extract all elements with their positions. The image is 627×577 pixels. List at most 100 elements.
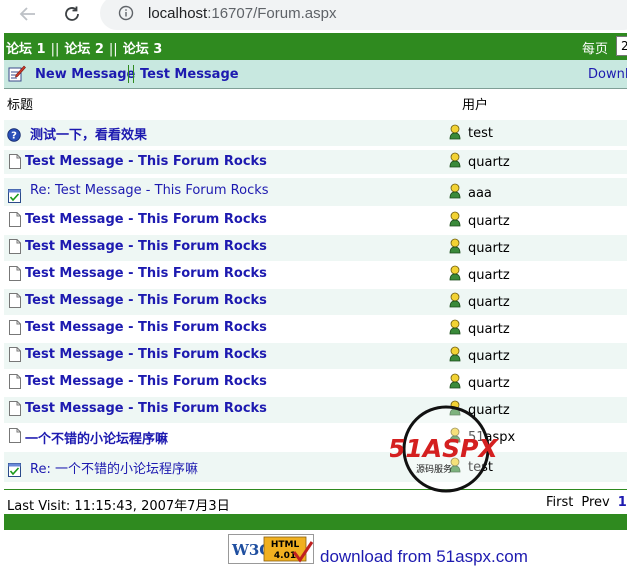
thread-user: quartz xyxy=(468,349,510,364)
user-icon xyxy=(449,265,461,281)
user-icon xyxy=(449,292,461,308)
browser-toolbar: localhost:16707/Forum.aspx xyxy=(0,0,627,30)
pencil-note-icon[interactable] xyxy=(8,64,26,82)
test-message-link[interactable]: Test Message xyxy=(140,67,239,82)
reload-icon xyxy=(65,6,79,21)
download-credit[interactable]: download from 51aspx.com xyxy=(320,547,528,567)
thread-row[interactable]: Re: 一个不错的小论坛程序嘛 test xyxy=(4,452,627,482)
column-header-title: 标题 xyxy=(7,98,34,113)
first-page-link[interactable]: First xyxy=(546,495,573,510)
footer-divider xyxy=(4,489,627,490)
thread-row[interactable]: Test Message - This Forum Rocks quartz xyxy=(4,208,627,234)
thread-title[interactable]: Re: Test Message - This Forum Rocks xyxy=(30,183,269,198)
thread-title[interactable]: Test Message - This Forum Rocks xyxy=(25,374,267,389)
forum-links: 论坛 1 || 论坛 2 || 论坛 3 xyxy=(6,38,162,57)
document-icon xyxy=(9,401,21,416)
thread-user: test xyxy=(468,126,493,141)
new-message-link[interactable]: New Message xyxy=(35,67,135,82)
thread-user: quartz xyxy=(468,214,510,229)
thread-row[interactable]: Test Message - This Forum Rocks quartz xyxy=(4,316,627,342)
thread-user: quartz xyxy=(468,268,510,283)
thread-row[interactable]: Test Message - This Forum Rocks quartz xyxy=(4,235,627,261)
forum-separator: || xyxy=(50,42,60,57)
thread-title[interactable]: Test Message - This Forum Rocks xyxy=(25,154,267,169)
document-icon xyxy=(9,428,21,443)
thread-row[interactable]: Re: Test Message - This Forum Rocks aaa xyxy=(4,178,627,206)
forum-link-2[interactable]: 论坛 2 xyxy=(64,42,104,57)
w3c-html-badge[interactable]: W3C HTML 4.01 xyxy=(228,534,314,564)
toolbar-divider xyxy=(128,65,134,83)
document-icon xyxy=(9,293,21,308)
document-icon xyxy=(9,266,21,281)
document-icon xyxy=(9,154,21,169)
per-page-select[interactable]: 2 xyxy=(616,36,627,56)
prev-page-link[interactable]: Prev xyxy=(581,495,609,510)
user-icon xyxy=(449,319,461,335)
question-icon: ? xyxy=(7,128,21,142)
document-icon xyxy=(9,347,21,362)
thread-title[interactable]: Test Message - This Forum Rocks xyxy=(25,293,267,308)
thread-title[interactable]: Test Message - This Forum Rocks xyxy=(25,401,267,416)
pager: First Prev 13 xyxy=(546,495,627,510)
reload-button[interactable] xyxy=(60,3,84,25)
document-icon xyxy=(9,239,21,254)
watermark-logo: 51ASPX 源码服务 xyxy=(390,405,499,493)
user-icon xyxy=(449,238,461,254)
thread-title[interactable]: 一个不错的小论坛程序嘛 xyxy=(25,428,168,447)
thread-title[interactable]: Test Message - This Forum Rocks xyxy=(25,347,267,362)
forum-link-1[interactable]: 论坛 1 xyxy=(6,42,46,57)
user-icon xyxy=(449,373,461,389)
user-icon xyxy=(449,346,461,362)
reply-check-icon xyxy=(8,189,21,203)
document-icon xyxy=(9,374,21,389)
forum-nav-bar: 论坛 1 || 论坛 2 || 论坛 3 每页 2 xyxy=(4,33,627,60)
thread-user: aaa xyxy=(468,186,492,201)
thread-user: quartz xyxy=(468,322,510,337)
thread-title[interactable]: Test Message - This Forum Rocks xyxy=(25,320,267,335)
thread-row[interactable]: Test Message - This Forum Rocks quartz xyxy=(4,262,627,288)
thread-title[interactable]: 测试一下，看看效果 xyxy=(30,124,147,143)
watermark-sub: 源码服务 xyxy=(416,463,452,475)
url-path: :16707/Forum.aspx xyxy=(207,5,337,22)
thread-title[interactable]: Re: 一个不错的小论坛程序嘛 xyxy=(30,458,198,477)
thread-user: quartz xyxy=(468,241,510,256)
user-icon xyxy=(449,124,461,140)
info-icon[interactable] xyxy=(118,5,134,21)
user-icon xyxy=(449,183,461,199)
badge-html: HTML xyxy=(271,540,300,550)
last-visit: Last Visit: 11:15:43, 2007年7月3日 xyxy=(7,499,230,514)
footer-bar xyxy=(4,514,627,530)
thread-user: quartz xyxy=(468,155,510,170)
document-icon xyxy=(9,320,21,335)
url-text[interactable]: localhost:16707/Forum.aspx xyxy=(148,5,336,22)
thread-row[interactable]: Test Message - This Forum Rocks quartz xyxy=(4,370,627,396)
document-icon xyxy=(9,212,21,227)
thread-title[interactable]: Test Message - This Forum Rocks xyxy=(25,239,267,254)
per-page-label: 每页 xyxy=(582,42,609,57)
thread-row[interactable]: Test Message - This Forum Rocks quartz xyxy=(4,343,627,369)
thread-title[interactable]: Test Message - This Forum Rocks xyxy=(25,212,267,227)
thread-row[interactable]: ? 测试一下，看看效果 test xyxy=(4,120,627,146)
arrow-left-icon xyxy=(19,7,35,21)
forum-link-3[interactable]: 论坛 3 xyxy=(123,42,163,57)
message-toolbar: New Message Test Message Downlo xyxy=(4,60,627,89)
thread-title[interactable]: Test Message - This Forum Rocks xyxy=(25,266,267,281)
user-icon xyxy=(449,152,461,168)
thread-user: quartz xyxy=(468,295,510,310)
download-link[interactable]: Downlo xyxy=(588,67,627,82)
back-button[interactable] xyxy=(16,3,40,25)
current-page[interactable]: 13 xyxy=(618,495,627,510)
thread-row[interactable]: Test Message - This Forum Rocks quartz xyxy=(4,289,627,315)
svg-text:?: ? xyxy=(11,131,17,142)
thread-row[interactable]: 一个不错的小论坛程序嘛 51aspx xyxy=(4,424,627,450)
column-header-user: 用户 xyxy=(462,98,489,113)
reply-check-icon xyxy=(8,463,21,477)
watermark-brand: 51ASPX xyxy=(390,434,499,463)
user-icon xyxy=(449,211,461,227)
thread-row[interactable]: Test Message - This Forum Rocks quartz xyxy=(4,397,627,423)
forum-separator: || xyxy=(108,42,118,57)
thread-user: quartz xyxy=(468,376,510,391)
thread-row[interactable]: Test Message - This Forum Rocks quartz xyxy=(4,150,627,174)
badge-version: 4.01 xyxy=(274,551,296,561)
url-host: localhost xyxy=(148,5,208,22)
